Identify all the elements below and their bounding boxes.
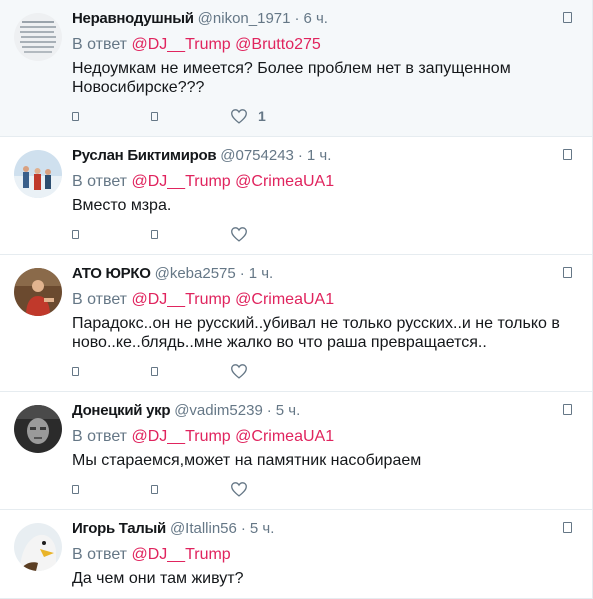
separator: · [266, 402, 272, 419]
timestamp[interactable]: 1 ч. [249, 264, 274, 284]
more-options-icon[interactable] [563, 404, 572, 415]
reply-context: В ответ @DJ__Trump [72, 545, 580, 565]
timestamp[interactable]: 6 ч. [303, 9, 328, 29]
separator: · [297, 147, 303, 164]
reply-context: В ответ @DJ__Trump @CrimeaUA1 [72, 290, 580, 310]
retweet-button[interactable] [151, 479, 158, 499]
avatar[interactable] [14, 150, 62, 198]
reply-button[interactable] [72, 479, 79, 499]
user-handle[interactable]: @Itallin56 [170, 519, 237, 539]
bw-face-photo-icon [14, 405, 62, 453]
retweet-icon [151, 111, 158, 121]
retweet-icon [151, 229, 158, 239]
tweet-text: Вместо мзра. [72, 197, 172, 214]
reply-prefix: В ответ [72, 291, 128, 308]
user-name[interactable]: Донецкий укр [72, 401, 170, 421]
tweet-text: Да чем они там живут? [72, 570, 244, 587]
tweet[interactable]: Неравнодушный @nikon_1971 · 6 ч. В ответ… [0, 0, 592, 137]
reply-context: В ответ @DJ__Trump @Brutto275 [72, 35, 580, 55]
timestamp[interactable]: 5 ч. [276, 401, 301, 421]
retweet-icon [151, 366, 158, 376]
tweet[interactable]: Игорь Талый @Itallin56 · 5 ч. В ответ @D… [0, 510, 592, 599]
like-button[interactable]: 1 [230, 106, 266, 126]
user-name[interactable]: АТО ЮРКО [72, 264, 151, 284]
heart-icon [231, 482, 247, 497]
eagle-photo-icon [14, 523, 62, 571]
tweet[interactable]: АТО ЮРКО @keba2575 · 1 ч. В ответ @DJ__T… [0, 255, 592, 392]
user-handle[interactable]: @0754243 [220, 146, 294, 166]
reply-prefix: В ответ [72, 546, 128, 563]
tweet-actions [72, 224, 330, 244]
separator: · [294, 10, 300, 27]
tweet-header: Игорь Талый @Itallin56 · 5 ч. [72, 519, 580, 539]
reply-prefix: В ответ [72, 428, 128, 445]
reply-icon [72, 484, 79, 494]
avatar[interactable] [14, 268, 62, 316]
reply-icon [72, 111, 79, 121]
reply-button[interactable] [72, 224, 79, 244]
retweet-icon [151, 484, 158, 494]
person-red-photo-icon [14, 268, 62, 316]
heart-icon [231, 364, 247, 379]
reply-prefix: В ответ [72, 173, 128, 190]
user-handle[interactable]: @nikon_1971 [198, 9, 291, 29]
like-button[interactable] [230, 479, 258, 499]
more-options-icon[interactable] [563, 12, 572, 23]
timestamp[interactable]: 1 ч. [307, 146, 332, 166]
mention-link[interactable]: @DJ__Trump [131, 546, 230, 563]
tweet[interactable]: Донецкий укр @vadim5239 · 5 ч. В ответ @… [0, 392, 592, 510]
user-name[interactable]: Руслан Биктимиров [72, 146, 217, 166]
like-button[interactable] [230, 224, 258, 244]
tweet-header: Неравнодушный @nikon_1971 · 6 ч. [72, 9, 580, 29]
tweet-actions [72, 361, 330, 381]
mention-link[interactable]: @DJ__Trump [131, 36, 230, 53]
mention-link[interactable]: @CrimeaUA1 [235, 428, 334, 445]
tweet[interactable]: Руслан Биктимиров @0754243 · 1 ч. В отве… [0, 137, 592, 255]
tweet-text: Парадокс..он не русский..убивал не тольк… [72, 315, 560, 351]
user-handle[interactable]: @keba2575 [155, 264, 236, 284]
like-button[interactable] [230, 361, 258, 381]
user-name[interactable]: Неравнодушный [72, 9, 194, 29]
reply-icon [72, 366, 79, 376]
separator: · [240, 520, 246, 537]
tweet-header: Донецкий укр @vadim5239 · 5 ч. [72, 401, 580, 421]
tweet-actions: 1 [72, 106, 338, 126]
mention-link[interactable]: @DJ__Trump [131, 428, 230, 445]
heart-icon [231, 227, 247, 242]
mention-link[interactable]: @DJ__Trump [131, 291, 230, 308]
reply-button[interactable] [72, 361, 79, 381]
heart-icon [231, 109, 247, 124]
retweet-button[interactable] [151, 224, 158, 244]
more-options-icon[interactable] [563, 522, 572, 533]
more-options-icon[interactable] [563, 267, 572, 278]
user-name[interactable]: Игорь Талый [72, 519, 166, 539]
tweet-header: АТО ЮРКО @keba2575 · 1 ч. [72, 264, 580, 284]
more-options-icon[interactable] [563, 149, 572, 160]
mention-link[interactable]: @CrimeaUA1 [235, 173, 334, 190]
tweet-feed: Неравнодушный @nikon_1971 · 6 ч. В ответ… [0, 0, 593, 599]
avatar[interactable] [14, 523, 62, 571]
user-handle[interactable]: @vadim5239 [174, 401, 263, 421]
document-thumbnail-icon [14, 13, 62, 61]
reply-icon [72, 229, 79, 239]
winter-people-photo-icon [14, 150, 62, 198]
retweet-button[interactable] [151, 361, 158, 381]
tweet-header: Руслан Биктимиров @0754243 · 1 ч. [72, 146, 580, 166]
reply-context: В ответ @DJ__Trump @CrimeaUA1 [72, 427, 580, 447]
tweet-text: Мы стараемся,может на памятник насобирае… [72, 452, 422, 469]
avatar[interactable] [14, 405, 62, 453]
reply-context: В ответ @DJ__Trump @CrimeaUA1 [72, 172, 580, 192]
avatar[interactable] [14, 13, 62, 61]
mention-link[interactable]: @Brutto275 [235, 36, 321, 53]
mention-link[interactable]: @DJ__Trump [131, 173, 230, 190]
tweet-text: Недоумкам не имеется? Более проблем нет … [72, 60, 511, 96]
like-count: 1 [258, 108, 266, 124]
separator: · [239, 265, 245, 282]
reply-button[interactable] [72, 106, 79, 126]
mention-link[interactable]: @CrimeaUA1 [235, 291, 334, 308]
timestamp[interactable]: 5 ч. [250, 519, 275, 539]
retweet-button[interactable] [151, 106, 158, 126]
tweet-actions [72, 479, 330, 499]
reply-prefix: В ответ [72, 36, 128, 53]
